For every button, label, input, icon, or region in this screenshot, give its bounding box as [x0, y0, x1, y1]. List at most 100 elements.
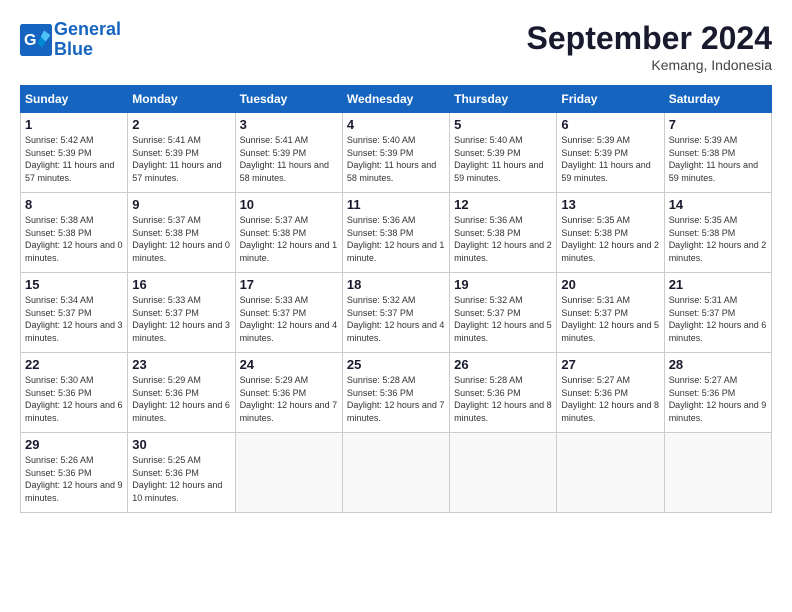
calendar-cell: 20 Sunrise: 5:31 AM Sunset: 5:37 PM Dayl… — [557, 273, 664, 353]
day-number: 13 — [561, 197, 659, 212]
day-info: Sunrise: 5:33 AM Sunset: 5:37 PM Dayligh… — [240, 294, 338, 344]
day-info: Sunrise: 5:28 AM Sunset: 5:36 PM Dayligh… — [347, 374, 445, 424]
calendar-row: 1 Sunrise: 5:42 AM Sunset: 5:39 PM Dayli… — [21, 113, 772, 193]
day-info: Sunrise: 5:25 AM Sunset: 5:36 PM Dayligh… — [132, 454, 230, 504]
day-info: Sunrise: 5:40 AM Sunset: 5:39 PM Dayligh… — [347, 134, 445, 184]
day-info: Sunrise: 5:41 AM Sunset: 5:39 PM Dayligh… — [132, 134, 230, 184]
day-info: Sunrise: 5:31 AM Sunset: 5:37 PM Dayligh… — [561, 294, 659, 344]
calendar-cell: 4 Sunrise: 5:40 AM Sunset: 5:39 PM Dayli… — [342, 113, 449, 193]
calendar-cell: 17 Sunrise: 5:33 AM Sunset: 5:37 PM Dayl… — [235, 273, 342, 353]
calendar-cell: 14 Sunrise: 5:35 AM Sunset: 5:38 PM Dayl… — [664, 193, 771, 273]
day-info: Sunrise: 5:35 AM Sunset: 5:38 PM Dayligh… — [669, 214, 767, 264]
calendar-cell: 10 Sunrise: 5:37 AM Sunset: 5:38 PM Dayl… — [235, 193, 342, 273]
calendar-row: 29 Sunrise: 5:26 AM Sunset: 5:36 PM Dayl… — [21, 433, 772, 513]
day-info: Sunrise: 5:40 AM Sunset: 5:39 PM Dayligh… — [454, 134, 552, 184]
calendar-cell: 9 Sunrise: 5:37 AM Sunset: 5:38 PM Dayli… — [128, 193, 235, 273]
calendar-cell: 28 Sunrise: 5:27 AM Sunset: 5:36 PM Dayl… — [664, 353, 771, 433]
calendar-cell: 12 Sunrise: 5:36 AM Sunset: 5:38 PM Dayl… — [450, 193, 557, 273]
day-number: 10 — [240, 197, 338, 212]
calendar-cell: 2 Sunrise: 5:41 AM Sunset: 5:39 PM Dayli… — [128, 113, 235, 193]
page: G General Blue September 2024 Kemang, In… — [0, 0, 792, 612]
day-info: Sunrise: 5:39 AM Sunset: 5:38 PM Dayligh… — [669, 134, 767, 184]
day-info: Sunrise: 5:30 AM Sunset: 5:36 PM Dayligh… — [25, 374, 123, 424]
logo-icon: G — [20, 24, 52, 56]
calendar-cell: 3 Sunrise: 5:41 AM Sunset: 5:39 PM Dayli… — [235, 113, 342, 193]
calendar-cell — [450, 433, 557, 513]
title-block: September 2024 Kemang, Indonesia — [527, 20, 772, 73]
calendar-cell: 15 Sunrise: 5:34 AM Sunset: 5:37 PM Dayl… — [21, 273, 128, 353]
calendar-row: 22 Sunrise: 5:30 AM Sunset: 5:36 PM Dayl… — [21, 353, 772, 433]
day-number: 28 — [669, 357, 767, 372]
col-saturday: Saturday — [664, 86, 771, 113]
calendar-cell: 21 Sunrise: 5:31 AM Sunset: 5:37 PM Dayl… — [664, 273, 771, 353]
calendar-cell — [235, 433, 342, 513]
day-number: 4 — [347, 117, 445, 132]
calendar-cell: 5 Sunrise: 5:40 AM Sunset: 5:39 PM Dayli… — [450, 113, 557, 193]
day-info: Sunrise: 5:29 AM Sunset: 5:36 PM Dayligh… — [132, 374, 230, 424]
logo-text: General Blue — [54, 20, 121, 60]
calendar-cell: 26 Sunrise: 5:28 AM Sunset: 5:36 PM Dayl… — [450, 353, 557, 433]
day-info: Sunrise: 5:39 AM Sunset: 5:39 PM Dayligh… — [561, 134, 659, 184]
day-number: 15 — [25, 277, 123, 292]
day-number: 21 — [669, 277, 767, 292]
day-info: Sunrise: 5:37 AM Sunset: 5:38 PM Dayligh… — [240, 214, 338, 264]
day-info: Sunrise: 5:33 AM Sunset: 5:37 PM Dayligh… — [132, 294, 230, 344]
calendar-header-row: Sunday Monday Tuesday Wednesday Thursday… — [21, 86, 772, 113]
day-number: 19 — [454, 277, 552, 292]
calendar-cell — [664, 433, 771, 513]
month-title: September 2024 — [527, 20, 772, 57]
col-thursday: Thursday — [450, 86, 557, 113]
col-wednesday: Wednesday — [342, 86, 449, 113]
calendar-table: Sunday Monday Tuesday Wednesday Thursday… — [20, 85, 772, 513]
calendar-cell: 30 Sunrise: 5:25 AM Sunset: 5:36 PM Dayl… — [128, 433, 235, 513]
day-number: 12 — [454, 197, 552, 212]
day-info: Sunrise: 5:26 AM Sunset: 5:36 PM Dayligh… — [25, 454, 123, 504]
day-info: Sunrise: 5:32 AM Sunset: 5:37 PM Dayligh… — [347, 294, 445, 344]
day-number: 23 — [132, 357, 230, 372]
calendar-cell: 19 Sunrise: 5:32 AM Sunset: 5:37 PM Dayl… — [450, 273, 557, 353]
day-number: 27 — [561, 357, 659, 372]
calendar-row: 15 Sunrise: 5:34 AM Sunset: 5:37 PM Dayl… — [21, 273, 772, 353]
day-info: Sunrise: 5:34 AM Sunset: 5:37 PM Dayligh… — [25, 294, 123, 344]
subtitle: Kemang, Indonesia — [527, 57, 772, 73]
day-number: 1 — [25, 117, 123, 132]
day-info: Sunrise: 5:41 AM Sunset: 5:39 PM Dayligh… — [240, 134, 338, 184]
day-info: Sunrise: 5:35 AM Sunset: 5:38 PM Dayligh… — [561, 214, 659, 264]
day-info: Sunrise: 5:27 AM Sunset: 5:36 PM Dayligh… — [561, 374, 659, 424]
day-number: 7 — [669, 117, 767, 132]
day-info: Sunrise: 5:38 AM Sunset: 5:38 PM Dayligh… — [25, 214, 123, 264]
col-sunday: Sunday — [21, 86, 128, 113]
calendar-cell: 22 Sunrise: 5:30 AM Sunset: 5:36 PM Dayl… — [21, 353, 128, 433]
calendar-cell: 13 Sunrise: 5:35 AM Sunset: 5:38 PM Dayl… — [557, 193, 664, 273]
calendar-cell: 1 Sunrise: 5:42 AM Sunset: 5:39 PM Dayli… — [21, 113, 128, 193]
calendar-cell — [342, 433, 449, 513]
col-monday: Monday — [128, 86, 235, 113]
day-info: Sunrise: 5:37 AM Sunset: 5:38 PM Dayligh… — [132, 214, 230, 264]
day-number: 11 — [347, 197, 445, 212]
day-number: 9 — [132, 197, 230, 212]
day-number: 25 — [347, 357, 445, 372]
header: G General Blue September 2024 Kemang, In… — [20, 20, 772, 73]
day-number: 5 — [454, 117, 552, 132]
calendar-cell: 7 Sunrise: 5:39 AM Sunset: 5:38 PM Dayli… — [664, 113, 771, 193]
logo: G General Blue — [20, 20, 121, 60]
day-number: 14 — [669, 197, 767, 212]
col-tuesday: Tuesday — [235, 86, 342, 113]
day-number: 30 — [132, 437, 230, 452]
day-number: 26 — [454, 357, 552, 372]
calendar-cell: 8 Sunrise: 5:38 AM Sunset: 5:38 PM Dayli… — [21, 193, 128, 273]
day-info: Sunrise: 5:36 AM Sunset: 5:38 PM Dayligh… — [347, 214, 445, 264]
day-number: 18 — [347, 277, 445, 292]
day-number: 22 — [25, 357, 123, 372]
day-info: Sunrise: 5:29 AM Sunset: 5:36 PM Dayligh… — [240, 374, 338, 424]
day-number: 17 — [240, 277, 338, 292]
day-number: 6 — [561, 117, 659, 132]
day-info: Sunrise: 5:36 AM Sunset: 5:38 PM Dayligh… — [454, 214, 552, 264]
day-number: 29 — [25, 437, 123, 452]
calendar-cell: 27 Sunrise: 5:27 AM Sunset: 5:36 PM Dayl… — [557, 353, 664, 433]
calendar-cell: 29 Sunrise: 5:26 AM Sunset: 5:36 PM Dayl… — [21, 433, 128, 513]
day-info: Sunrise: 5:42 AM Sunset: 5:39 PM Dayligh… — [25, 134, 123, 184]
day-info: Sunrise: 5:27 AM Sunset: 5:36 PM Dayligh… — [669, 374, 767, 424]
calendar-cell: 16 Sunrise: 5:33 AM Sunset: 5:37 PM Dayl… — [128, 273, 235, 353]
col-friday: Friday — [557, 86, 664, 113]
